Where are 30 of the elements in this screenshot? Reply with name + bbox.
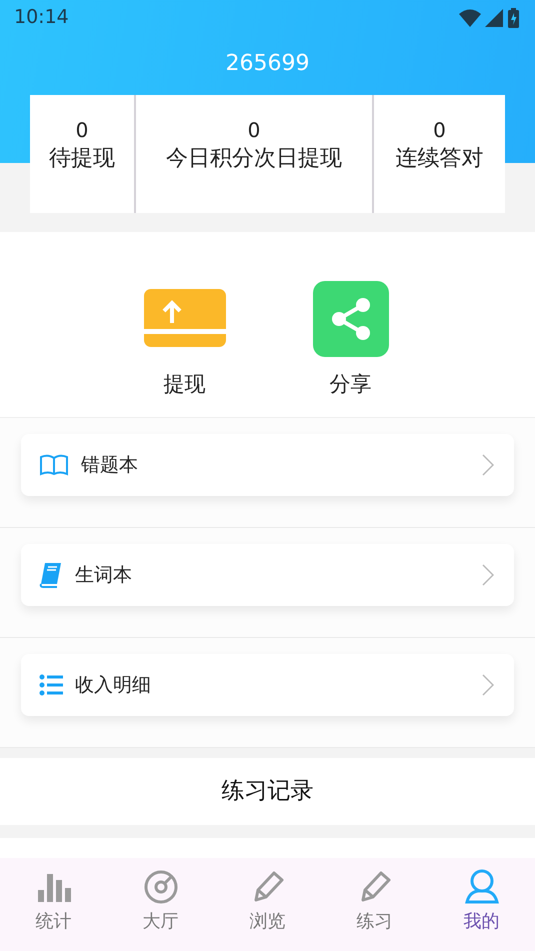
stat-label: 待提现 bbox=[49, 145, 115, 173]
signal-icon bbox=[485, 8, 503, 26]
chevron-right-icon bbox=[482, 564, 494, 586]
menu-item[interactable]: 生词本 bbox=[21, 544, 514, 606]
nav-tab[interactable]: 统计 bbox=[0, 858, 107, 951]
stat-label: 连续答对 bbox=[396, 145, 484, 173]
nav-tab[interactable]: 我的 bbox=[428, 858, 535, 951]
stat-label: 今日积分次日提现 bbox=[166, 145, 342, 173]
battery-icon bbox=[507, 8, 521, 28]
nav-tab[interactable]: 大厅 bbox=[107, 858, 214, 951]
stat-value: 0 bbox=[248, 117, 260, 143]
chevron-right-icon bbox=[482, 674, 494, 696]
chevron-right-icon bbox=[482, 454, 494, 476]
clock-text: 10:14 bbox=[14, 5, 69, 30]
action-button[interactable]: 分享 bbox=[308, 270, 394, 400]
list-icon bbox=[39, 674, 63, 696]
withdraw-icon bbox=[144, 289, 226, 350]
user-id-title: 265699 bbox=[224, 50, 310, 78]
action-button[interactable]: 提现 bbox=[142, 270, 228, 400]
menu-item[interactable]: 收入明细 bbox=[21, 654, 514, 716]
notebook-icon bbox=[39, 562, 63, 588]
menu-item[interactable]: 错题本 bbox=[21, 434, 514, 496]
nav-tab[interactable]: 练习 bbox=[321, 858, 428, 951]
stat-value: 0 bbox=[76, 117, 88, 143]
share-icon bbox=[312, 281, 388, 358]
book-icon bbox=[39, 453, 69, 477]
practice-record-button[interactable]: 练习记录 bbox=[0, 758, 535, 825]
wifi-icon bbox=[459, 8, 481, 26]
stat-value: 0 bbox=[433, 117, 446, 143]
nav-tab[interactable]: 浏览 bbox=[214, 858, 321, 951]
